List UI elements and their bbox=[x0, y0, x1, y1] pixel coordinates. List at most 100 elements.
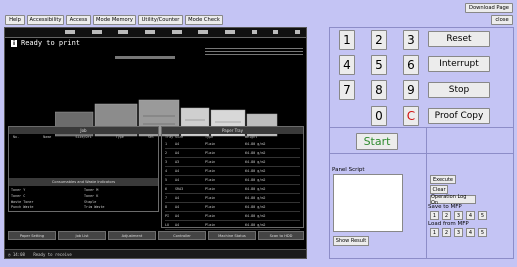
tray-cell: 64-80 g/m2 bbox=[245, 205, 266, 209]
tray-cell: A4 bbox=[175, 178, 180, 182]
tray-cell: 64-80 g/m2 bbox=[245, 214, 266, 218]
printer-icon bbox=[171, 30, 182, 34]
tray-cell: A4 bbox=[175, 142, 180, 146]
tray-cell: Plain bbox=[205, 178, 216, 182]
mode-memory-button[interactable]: Mode Memory bbox=[93, 15, 136, 25]
tray-cell: 64-80 g/m2 bbox=[245, 151, 266, 155]
gear-icon bbox=[251, 30, 257, 34]
footer-bar: ◷ 14:08 Ready to receive bbox=[5, 249, 306, 258]
tray-cell: 6 bbox=[165, 187, 168, 191]
consumables-list: Toner Y Toner M Toner C Toner K Waste To… bbox=[11, 188, 157, 210]
tray-cell: LU bbox=[165, 223, 170, 227]
tray-row[interactable]: 6 SRA3 Plain 64-80 g/m2 bbox=[165, 185, 300, 194]
consumable-item: Toner M bbox=[84, 188, 99, 192]
job-panel-header: Job bbox=[9, 127, 158, 134]
tab-controller[interactable]: Controller bbox=[158, 231, 206, 240]
consumable-item: Waste Toner bbox=[11, 199, 34, 204]
col-type: Type bbox=[115, 135, 124, 139]
tray-row[interactable]: 8 A4 Plain 64-80 g/m2 bbox=[165, 203, 300, 212]
grid-line bbox=[329, 153, 514, 154]
tray-cell: A4 bbox=[175, 214, 180, 218]
col-name: Name bbox=[43, 135, 52, 139]
tray-row[interactable]: 4 A4 Plain 64-80 g/m2 bbox=[165, 167, 300, 176]
col-size: Size/Ori bbox=[75, 135, 92, 139]
tray-cell: Plain bbox=[205, 151, 216, 155]
device-screen[interactable]: i Ready to print Job No. Name Size/Ori T… bbox=[4, 27, 307, 259]
grid-line bbox=[426, 127, 427, 259]
tray-cell: 64-80 g/m2 bbox=[245, 169, 266, 173]
tray-cell: A4 bbox=[175, 151, 180, 155]
tray-cell: A4 bbox=[175, 223, 180, 227]
consumable-item: Toner Y bbox=[11, 188, 26, 192]
status-title: Ready to print bbox=[21, 39, 81, 47]
tray-cell: Plain bbox=[205, 160, 216, 164]
tray-cell: 64-80 g/m2 bbox=[245, 223, 266, 227]
toolbar-icons bbox=[65, 30, 300, 35]
consumable-item: Toner C bbox=[11, 193, 26, 198]
access-button[interactable]: Access bbox=[66, 15, 91, 25]
printer-icon bbox=[118, 30, 129, 34]
help-button[interactable]: Help bbox=[5, 15, 25, 25]
footer-status: Ready to receive bbox=[33, 252, 72, 257]
tray-cell: 3 bbox=[165, 160, 168, 164]
tray-cell: Plain bbox=[205, 214, 216, 218]
tab-scan-to-hdd[interactable]: Scan to HDD bbox=[258, 231, 304, 240]
tray-cell: 5 bbox=[165, 178, 168, 182]
tray-cell: 64-80 g/m2 bbox=[245, 187, 266, 191]
tray-cell: 64-80 g/m2 bbox=[245, 142, 266, 146]
mode-check-button[interactable]: Mode Check bbox=[185, 15, 223, 25]
tray-cell: Plain bbox=[205, 196, 216, 200]
col-set: Set bbox=[147, 135, 154, 139]
job-panel[interactable]: Job No. Name Size/Ori Type Set Consumabl… bbox=[8, 126, 159, 212]
tray-cell: 64-80 g/m2 bbox=[245, 160, 266, 164]
tab-machine-status[interactable]: Machine Status bbox=[208, 231, 256, 240]
consumables-header: Consumables and Waste Indicators bbox=[9, 178, 158, 186]
tray-row[interactable]: 5 A4 Plain 64-80 g/m2 bbox=[165, 176, 300, 185]
clock-icon: ◷ bbox=[8, 252, 11, 257]
tray-panel[interactable]: Paper Tray Tray Size Type Weight 1 A4 Plai… bbox=[161, 126, 304, 230]
tray-cell: 7 bbox=[165, 196, 168, 200]
utility-counter-button[interactable]: Utility/Counter bbox=[138, 15, 183, 25]
counter-info bbox=[205, 46, 303, 66]
tray-row[interactable]: 3 A3 Plain 64-80 g/m2 bbox=[165, 158, 300, 167]
tray-cell: A4 bbox=[175, 196, 180, 200]
help-icon bbox=[294, 30, 300, 34]
tray-row[interactable]: PI A4 Plain 64-80 g/m2 bbox=[165, 212, 300, 221]
consumable-item: Punch Waste bbox=[11, 205, 34, 210]
printer-icon bbox=[144, 30, 155, 34]
grid-frame bbox=[329, 27, 514, 259]
tab-paper-setting[interactable]: Paper Setting bbox=[8, 231, 56, 240]
tray-cell: PI bbox=[165, 214, 170, 218]
tab-job-list[interactable]: Job List bbox=[58, 231, 106, 240]
tray-row[interactable]: 2 A4 Plain 64-80 g/m2 bbox=[165, 149, 300, 158]
tray-cell: 64-80 g/m2 bbox=[245, 178, 266, 182]
col-size: Size bbox=[175, 135, 184, 139]
tray-cell: SRA3 bbox=[175, 187, 184, 191]
close-button[interactable]: close bbox=[491, 15, 513, 25]
bottom-tabs: Paper Setting Job List Adjustment Contro… bbox=[8, 231, 304, 240]
tray-row[interactable]: 1 A4 Plain 64-80 g/m2 bbox=[165, 140, 300, 149]
tray-cell: A4 bbox=[175, 205, 180, 209]
col-type: Type bbox=[205, 135, 214, 139]
tray-cell: 1 bbox=[165, 142, 168, 146]
tray-row[interactable]: LU A4 Plain 64-80 g/m2 bbox=[165, 221, 300, 230]
lock-icon bbox=[273, 30, 279, 34]
printer-icon bbox=[65, 30, 75, 34]
tab-adjustment[interactable]: Adjustment bbox=[108, 231, 156, 240]
tray-row[interactable]: 7 A4 Plain 64-80 g/m2 bbox=[165, 194, 300, 203]
tray-cell: A3 bbox=[175, 160, 180, 164]
col-tray: Tray bbox=[165, 135, 174, 139]
tray-cell: 8 bbox=[165, 205, 168, 209]
accessibility-button[interactable]: Accessibility bbox=[27, 15, 64, 25]
tray-cell: 64-80 g/m2 bbox=[245, 196, 266, 200]
printer-icon bbox=[91, 30, 102, 34]
download-page-button[interactable]: Download Page bbox=[465, 3, 513, 13]
tray-cell: Plain bbox=[205, 169, 216, 173]
col-no: No. bbox=[13, 135, 20, 139]
tray-cell: A4 bbox=[175, 169, 180, 173]
consumable-item: Staple bbox=[84, 199, 97, 204]
progress-bar bbox=[115, 56, 175, 59]
col-weight: Weight bbox=[245, 135, 258, 139]
consumable-item: Toner K bbox=[84, 193, 99, 198]
tray-cell: 2 bbox=[165, 151, 168, 155]
